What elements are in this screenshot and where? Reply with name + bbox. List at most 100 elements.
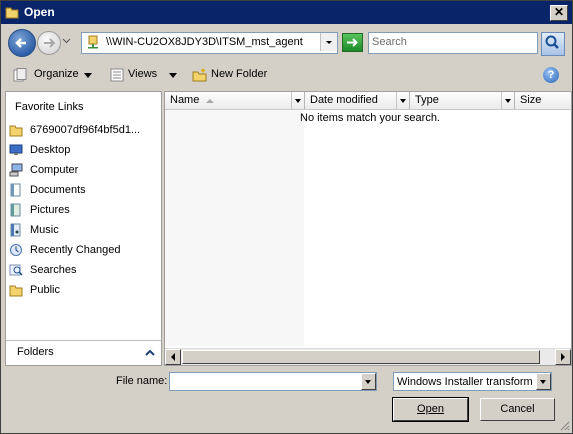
sidebar-item-searches[interactable]: Searches: [6, 261, 156, 279]
column-filter-dropdown[interactable]: [291, 92, 304, 109]
file-type-select[interactable]: Windows Installer transform p: [393, 372, 552, 391]
arrow-left-icon: [171, 353, 175, 361]
sidebar-item-label: Computer: [30, 164, 79, 176]
views-label: Views: [128, 68, 158, 80]
chevron-down-icon: [326, 41, 332, 44]
new-folder-button[interactable]: New Folder: [192, 67, 272, 83]
organize-label: Organize: [34, 68, 79, 80]
column-header-size[interactable]: Size: [515, 92, 571, 109]
title-bar: Open ✕: [1, 1, 572, 24]
help-button[interactable]: ?: [543, 67, 559, 83]
help-icon: ?: [547, 69, 555, 81]
column-filter-dropdown[interactable]: [396, 92, 409, 109]
organize-caret-icon: [84, 73, 92, 78]
close-button[interactable]: ✕: [550, 5, 568, 21]
music-icon: [10, 223, 21, 237]
column-header-name[interactable]: Name: [165, 92, 305, 109]
search-icon: [545, 35, 559, 49]
sort-up-icon: [206, 99, 214, 103]
chevron-up-icon: [145, 349, 155, 356]
sidebar-item-pictures[interactable]: Pictures: [6, 201, 156, 219]
navigation-pane: Favorite Links 6769007df96f4bf5d1... Des…: [5, 91, 162, 366]
favorite-links-heading: Favorite Links: [15, 101, 84, 113]
forward-button[interactable]: [37, 31, 61, 55]
column-filter-dropdown[interactable]: [501, 92, 514, 109]
folders-label: Folders: [17, 346, 54, 358]
sidebar-item-label: Recently Changed: [30, 244, 121, 256]
file-list: Name Date modified Type Size No items ma…: [164, 91, 572, 366]
address-bar[interactable]: \\WIN-CU2OX8JDY3D\ITSM_mst_agent: [81, 32, 338, 54]
go-button[interactable]: [342, 33, 363, 52]
network-share-icon: [88, 35, 98, 49]
desktop-icon: [9, 144, 23, 155]
open-button[interactable]: Open: [392, 397, 469, 422]
sidebar-item-label: 6769007df96f4bf5d1...: [30, 124, 141, 136]
sidebar-item-label: Music: [30, 224, 59, 236]
column-label: Type: [415, 94, 439, 106]
sidebar-item-desktop[interactable]: Desktop: [6, 141, 156, 159]
folder-icon: [9, 285, 23, 297]
views-icon: [110, 68, 124, 82]
sidebar-item-music[interactable]: Music: [6, 221, 156, 239]
close-icon: ✕: [553, 5, 565, 19]
file-type-dropdown-button[interactable]: [536, 373, 551, 390]
sidebar-item-recently-changed[interactable]: Recently Changed: [6, 241, 156, 259]
cancel-button[interactable]: Cancel: [480, 398, 555, 421]
column-label: Date modified: [310, 94, 378, 106]
arrow-right-icon: [561, 353, 565, 361]
scroll-right-button[interactable]: [555, 349, 571, 365]
sorted-column-highlight: [165, 110, 304, 346]
pictures-icon: [10, 203, 21, 217]
sidebar-item-computer[interactable]: Computer: [6, 161, 156, 179]
forward-arrow-icon: [44, 38, 56, 48]
address-dropdown-button[interactable]: [320, 33, 337, 51]
cancel-label: Cancel: [500, 403, 535, 415]
search-input[interactable]: Search: [368, 32, 538, 54]
sidebar-item-label: Documents: [30, 184, 86, 196]
address-text: \\WIN-CU2OX8JDY3D\ITSM_mst_agent: [106, 36, 303, 48]
search-placeholder: Search: [372, 36, 407, 48]
folder-open-icon: [5, 7, 19, 19]
sidebar-item-label: Pictures: [30, 204, 70, 216]
file-name-dropdown-button[interactable]: [361, 373, 376, 390]
sidebar-item-public[interactable]: Public: [6, 281, 156, 299]
organize-menu[interactable]: Organize: [13, 67, 95, 83]
navigation-bar: \\WIN-CU2OX8JDY3D\ITSM_mst_agent Search: [1, 25, 572, 59]
dialog-title: Open: [24, 5, 55, 19]
column-headers: Name Date modified Type Size: [165, 92, 571, 110]
horizontal-scrollbar[interactable]: [165, 348, 571, 365]
documents-icon: [10, 183, 21, 197]
go-arrow-icon: [347, 38, 358, 47]
new-folder-label: New Folder: [211, 68, 268, 80]
sidebar-item-label: Public: [30, 284, 60, 296]
empty-message: No items match your search.: [300, 112, 440, 124]
back-button[interactable]: [8, 29, 36, 57]
scroll-thumb[interactable]: [182, 350, 540, 364]
new-folder-icon: [192, 68, 207, 82]
computer-icon: [9, 163, 23, 177]
back-arrow-icon: [15, 38, 26, 48]
folder-icon: [9, 125, 23, 137]
column-header-type[interactable]: Type: [410, 92, 515, 109]
open-dialog: Open ✕ \\WIN-CU2OX8JDY3D\ITSM_mst_agent: [0, 0, 573, 434]
open-label: Open: [417, 403, 444, 415]
views-menu[interactable]: Views: [110, 67, 184, 83]
folders-toggle[interactable]: Folders: [6, 340, 161, 365]
column-header-date-modified[interactable]: Date modified: [305, 92, 410, 109]
resize-grip-icon[interactable]: [558, 419, 570, 431]
recent-pages-dropdown[interactable]: [62, 36, 71, 45]
sidebar-item-label: Desktop: [30, 144, 71, 156]
command-toolbar: Organize Views New Folder ?: [5, 62, 569, 88]
recently-changed-icon: [10, 244, 22, 256]
column-label: Name: [170, 94, 200, 106]
file-name-label: File name:: [116, 375, 168, 387]
sidebar-item-folder[interactable]: 6769007df96f4bf5d1...: [6, 121, 156, 139]
sidebar-item-label: Searches: [30, 264, 77, 276]
searches-icon: [9, 264, 23, 276]
file-type-value: Windows Installer transform p: [397, 376, 542, 388]
file-name-input[interactable]: [169, 372, 377, 391]
scroll-left-button[interactable]: [165, 349, 181, 365]
search-button[interactable]: [541, 32, 565, 56]
sidebar-item-documents[interactable]: Documents: [6, 181, 156, 199]
organize-icon: [13, 68, 27, 82]
